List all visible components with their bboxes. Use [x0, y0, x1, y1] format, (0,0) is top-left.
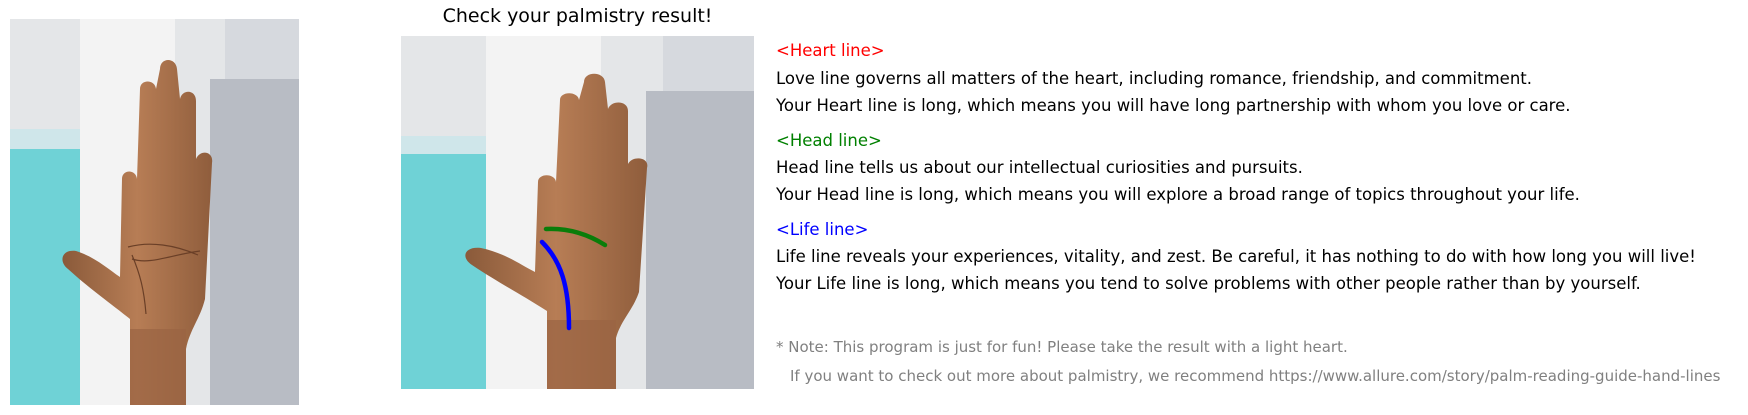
input-hand-photo [10, 19, 299, 405]
head-line-description: Head line tells us about our intellectua… [776, 158, 1303, 177]
heart-line-description: Love line governs all matters of the hea… [776, 69, 1532, 88]
head-line-result: Your Head line is long, which means you … [776, 185, 1580, 204]
head-line-heading: <Head line> [776, 131, 882, 150]
note-reference: If you want to check out more about palm… [790, 367, 1721, 385]
result-title: Check your palmistry result! [442, 5, 713, 27]
note-disclaimer: * Note: This program is just for fun! Pl… [776, 338, 1348, 356]
heart-line-heading: <Heart line> [776, 41, 885, 60]
life-line-result: Your Life line is long, which means you … [776, 274, 1641, 293]
life-line-description: Life line reveals your experiences, vita… [776, 247, 1696, 266]
life-line-heading: <Life line> [776, 220, 869, 239]
heart-line-result: Your Heart line is long, which means you… [776, 96, 1571, 115]
result-hand-photo [401, 36, 754, 389]
